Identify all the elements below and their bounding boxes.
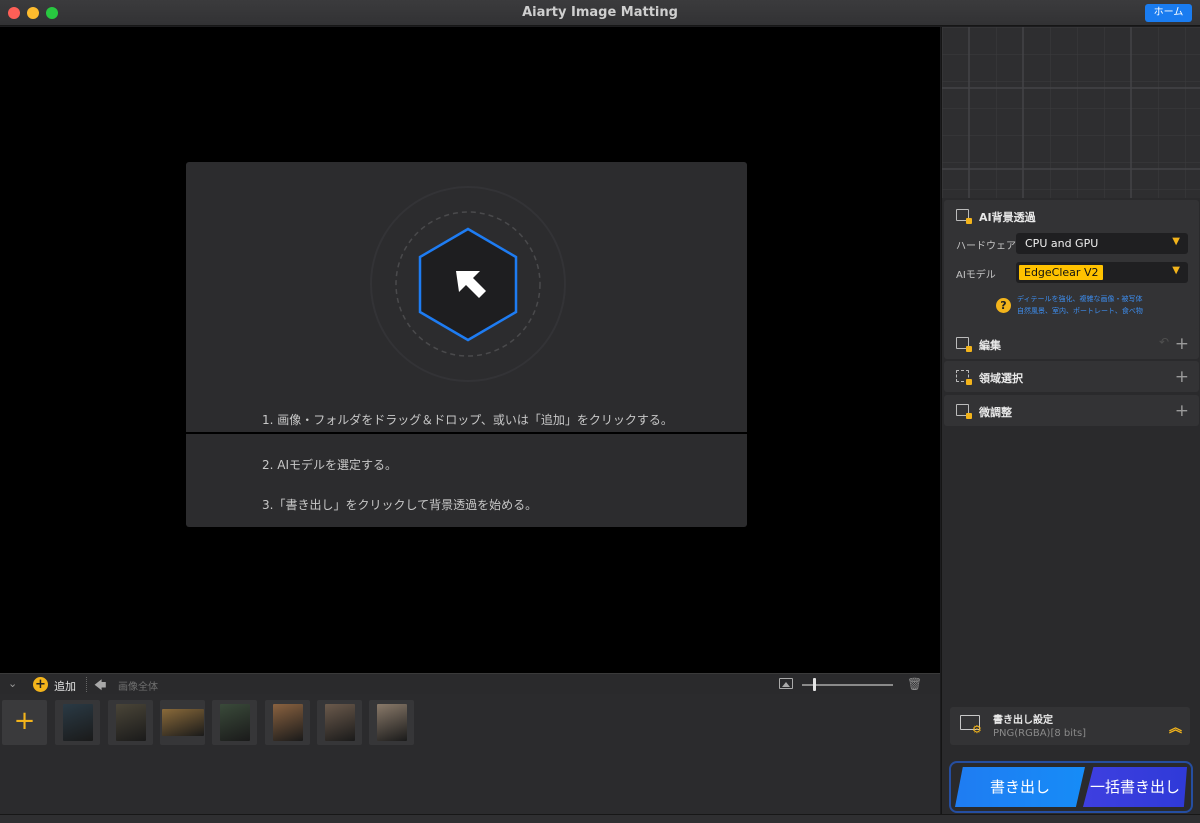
hardware-select[interactable]: CPU and GPU ▼ xyxy=(1016,233,1188,254)
filmstrip: + xyxy=(0,694,940,814)
export-settings[interactable]: ⚙ 書き出し設定 PNG(RGBA)[8 bits] ︽ xyxy=(950,707,1190,745)
export-settings-title: 書き出し設定 xyxy=(993,715,1053,726)
forest-roots-image xyxy=(115,704,146,741)
fine-tune-section[interactable]: 微調整 + xyxy=(944,395,1199,426)
chevron-down-icon: ▼ xyxy=(1172,265,1180,276)
trash-icon[interactable]: 🗑 xyxy=(907,677,922,691)
add-icon[interactable]: + xyxy=(33,677,48,692)
ai-matting-title: AI背景透過 xyxy=(979,211,1036,224)
export-button[interactable]: 書き出し xyxy=(955,767,1085,807)
fine-tune-icon xyxy=(956,404,972,419)
expand-fine-tune-button[interactable]: + xyxy=(1175,401,1189,421)
title-bar: Aiarty Image Matting ホーム xyxy=(0,0,1200,26)
image-thumbnail[interactable] xyxy=(160,700,205,745)
home-button[interactable]: ホーム xyxy=(1145,4,1192,22)
instruction-step-2: 2. AIモデルを選定する。 xyxy=(262,458,398,472)
undo-icon[interactable]: ↶ xyxy=(1159,335,1169,349)
image-thumbnail[interactable] xyxy=(369,700,414,745)
collapse-chevron-icon[interactable]: ⌄ xyxy=(8,677,17,690)
bicycle-image xyxy=(161,709,204,736)
toolbar-divider xyxy=(86,677,87,692)
girl-in-forest-image xyxy=(219,704,250,741)
selection-icon xyxy=(956,370,972,385)
export-format-value: PNG(RGBA)[8 bits] xyxy=(993,728,1087,739)
ai-model-select[interactable]: EdgeClear V2 ▼ xyxy=(1016,262,1188,283)
image-thumbnail[interactable] xyxy=(55,700,100,745)
expand-edit-button[interactable]: + xyxy=(1175,334,1189,354)
woman-portrait-image xyxy=(324,704,355,741)
hardware-label: ハードウェア xyxy=(956,241,1016,252)
edit-section[interactable]: 編集 ↶ + xyxy=(944,328,1199,359)
instruction-step-3: 3.「書き出し」をクリックして背景透過を始める。 xyxy=(262,498,538,512)
edit-icon xyxy=(956,337,972,352)
model-help-line-1: ディテールを強化、複雑な画像・被写体 xyxy=(1017,295,1143,303)
filmstrip-toolbar: ⌄ + 追加 🡄 画像全体 🗑 xyxy=(0,673,940,694)
image-size-icon xyxy=(779,678,793,689)
chevron-down-icon: ▼ xyxy=(1172,236,1180,247)
fine-tune-title: 微調整 xyxy=(979,406,1012,419)
woman-dark-hair-image xyxy=(376,704,407,741)
upload-hexagon-icon[interactable] xyxy=(368,184,568,384)
gear-icon: ⚙ xyxy=(972,723,982,736)
ai-model-value: EdgeClear V2 xyxy=(1019,265,1104,280)
image-thumbnail[interactable] xyxy=(212,700,257,745)
add-image-button[interactable]: + xyxy=(2,700,47,745)
image-thumbnail[interactable] xyxy=(317,700,362,745)
instruction-steps: 2. AIモデルを選定する。 3.「書き出し」をクリックして背景透過を始める。 xyxy=(186,434,747,527)
drop-area[interactable]: 1. 画像・フォルダをドラッグ＆ドロップ、或いは「追加」をクリックする。 xyxy=(186,162,747,432)
model-help-line-2: 自然風景、室内、ポートレート、食べ物 xyxy=(1017,307,1143,315)
batch-export-button[interactable]: 一括書き出し xyxy=(1083,767,1187,807)
whole-image-label: 画像全体 xyxy=(118,682,158,693)
hardware-value: CPU and GPU xyxy=(1025,237,1099,250)
image-thumbnail[interactable] xyxy=(108,700,153,745)
double-chevron-up-icon[interactable]: ︽ xyxy=(1169,717,1182,736)
jellyfish-image xyxy=(62,704,93,741)
woman-with-flowers-image xyxy=(272,704,303,741)
ai-model-label: AIモデル xyxy=(956,270,996,281)
region-select-section[interactable]: 領域選択 + xyxy=(944,361,1199,392)
right-panel: AI背景透過 ハードウェア CPU and GPU ▼ AIモデル EdgeCl… xyxy=(941,27,1200,814)
drop-instructions-card[interactable]: 1. 画像・フォルダをドラッグ＆ドロップ、或いは「追加」をクリックする。 2. … xyxy=(186,162,747,527)
instruction-step-1: 1. 画像・フォルダをドラッグ＆ドロップ、或いは「追加」をクリックする。 xyxy=(262,413,673,427)
help-icon[interactable]: ? xyxy=(996,298,1011,313)
window-bottom-edge xyxy=(0,814,1200,823)
window-title: Aiarty Image Matting xyxy=(522,5,678,20)
add-button-label[interactable]: 追加 xyxy=(54,678,76,694)
region-select-title: 領域選択 xyxy=(979,372,1023,385)
ai-matting-icon xyxy=(956,209,972,224)
image-canvas[interactable]: 1. 画像・フォルダをドラッグ＆ドロップ、或いは「追加」をクリックする。 2. … xyxy=(0,27,940,673)
thumbnail-size-slider-handle[interactable] xyxy=(812,678,816,691)
edit-section-title: 編集 xyxy=(979,339,1001,352)
preview-grid xyxy=(942,27,1200,198)
image-thumbnail[interactable] xyxy=(265,700,310,745)
transparency-grid xyxy=(942,27,1200,198)
expand-region-select-button[interactable]: + xyxy=(1175,367,1189,387)
